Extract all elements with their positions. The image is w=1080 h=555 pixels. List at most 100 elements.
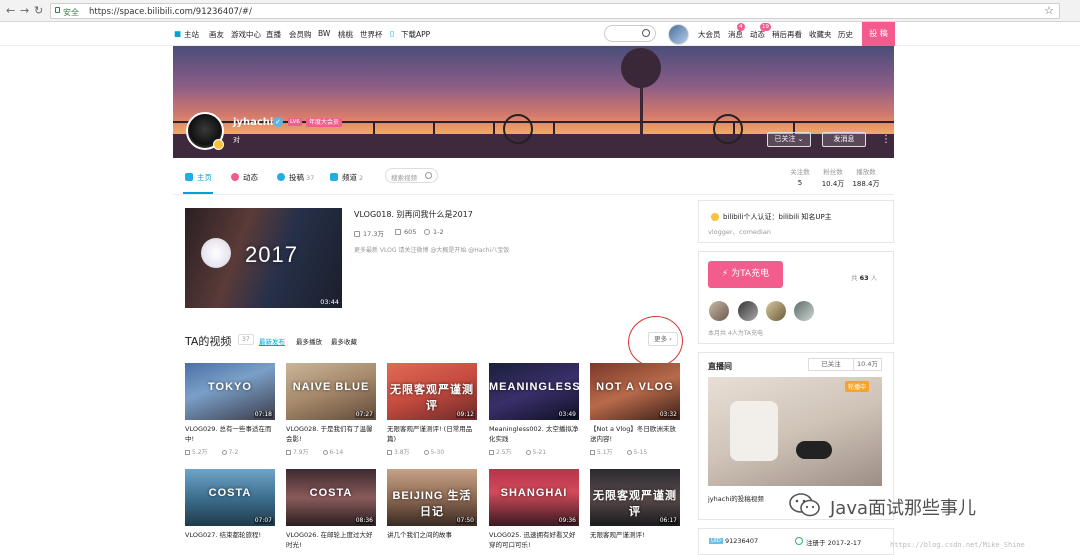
video-thumbnail[interactable]: NAIVE BLUE 07:27: [286, 363, 376, 420]
video-card[interactable]: NAIVE BLUE 07:27 VLOG028. 于是我们有了温馨会影! 7.9万 6…: [286, 363, 376, 463]
video-title[interactable]: Meaningless002. 太空播拟净化实践: [489, 424, 579, 444]
video-thumbnail[interactable]: SHANGHAI 09:36: [489, 469, 579, 526]
video-thumbnail[interactable]: COSTA 08:36: [286, 469, 376, 526]
avatar[interactable]: [668, 24, 689, 45]
video-card[interactable]: BEIJING 生活日记 07:50 讲几个我们之间的故事: [387, 469, 477, 555]
video-card[interactable]: 无限客观严谨测评 09:12 无限客观严谨测评! (日常用品篇) 3.8万 5-30: [387, 363, 477, 463]
charger-avatar[interactable]: [766, 301, 786, 321]
sort-most-favorited[interactable]: 最多收藏: [331, 336, 357, 346]
video-thumbnail[interactable]: 无限客观严谨测评 09:12: [387, 363, 477, 420]
nav-vip[interactable]: 大会员: [698, 29, 721, 40]
video-card[interactable]: COSTA 07:07 VLOG027. 结束都轮旅程!: [185, 469, 275, 555]
stat-label: 播放数: [856, 168, 876, 176]
stat-fans[interactable]: 粉丝数 10.4万: [816, 166, 850, 189]
charger-avatar[interactable]: [709, 301, 729, 321]
video-duration: 07:07: [253, 517, 273, 524]
tab-dynamic[interactable]: 动态: [231, 172, 258, 183]
video-title[interactable]: VLOG027. 结束都轮旅程!: [185, 530, 275, 550]
tab-channels[interactable]: 频道 2: [330, 172, 363, 183]
charger-avatar[interactable]: [794, 301, 814, 321]
play-count-icon: [387, 450, 392, 455]
profile-sign: 对: [233, 136, 240, 144]
video-thumb-text: MEANINGLESS: [489, 381, 579, 393]
stat-following[interactable]: 关注数 5: [783, 166, 817, 187]
video-thumbnail[interactable]: BEIJING 生活日记 07:50: [387, 469, 477, 526]
tab-home[interactable]: 主页: [185, 172, 212, 183]
forward-icon[interactable]: →: [20, 4, 29, 17]
nav-item-download-app[interactable]: 下载APP: [401, 29, 430, 40]
video-card[interactable]: 无限客观严谨测评 06:17 无限客观严谨测评!: [590, 469, 680, 555]
video-title[interactable]: VLOG028. 于是我们有了温馨会影!: [286, 424, 376, 444]
live-follow-count: 10.4万: [854, 358, 882, 371]
nav-item-bw[interactable]: BW: [318, 29, 330, 38]
url-text[interactable]: https://space.bilibili.com/91236407/#/: [89, 7, 252, 17]
nav-item-painter[interactable]: 画友: [209, 29, 224, 40]
charger-avatar[interactable]: [738, 301, 758, 321]
tab-uploads[interactable]: 投稿 37: [277, 172, 314, 183]
nav-item-mall[interactable]: 会员购: [289, 29, 312, 40]
user-avatar[interactable]: [186, 112, 224, 150]
video-card[interactable]: COSTA 08:36 VLOG026. 在邮轮上度过大好时光!: [286, 469, 376, 555]
video-thumbnail[interactable]: 无限客观严谨测评 06:17: [590, 469, 680, 526]
charge-button[interactable]: ⚡ 为TA充电: [708, 261, 783, 288]
video-title[interactable]: VLOG026. 在邮轮上度过大好时光!: [286, 530, 376, 550]
video-card[interactable]: MEANINGLESS 03:49 Meaningless002. 太空播拟净化实践…: [489, 363, 579, 463]
site-search-input[interactable]: [604, 25, 656, 42]
video-thumbnail[interactable]: COSTA 07:07: [185, 469, 275, 526]
nav-favorites[interactable]: 收藏夹: [809, 29, 832, 40]
video-thumb-text: BEIJING 生活日记: [392, 490, 472, 518]
live-room-title: 直播间: [708, 362, 732, 371]
video-card[interactable]: NOT A VLOG 03:32 【Not a Vlog】冬日欧洲未放送内容! 5.1…: [590, 363, 680, 463]
address-bar[interactable]: 安全 https://space.bilibili.com/91236407/#…: [50, 3, 1060, 19]
calendar-icon: [795, 537, 803, 545]
video-title[interactable]: 讲几个我们之间的故事: [387, 530, 477, 550]
upload-button[interactable]: 投 稿: [862, 22, 895, 46]
charge-button-label: 为TA充电: [731, 269, 770, 279]
comments-value: 605: [404, 228, 417, 236]
auth-text: bilibili个人认证：bilibili 知名UP主: [723, 213, 832, 221]
more-options-icon[interactable]: ⋮: [881, 133, 891, 147]
watermark-text: Java面试那些事儿: [830, 498, 977, 519]
video-title[interactable]: 【Not a Vlog】冬日欧洲未放送内容!: [590, 424, 680, 444]
video-thumbnail[interactable]: MEANINGLESS 03:49: [489, 363, 579, 420]
video-title[interactable]: VLOG025. 迅速拥有好看又好穿的可口可乐!: [489, 530, 579, 550]
back-icon[interactable]: ←: [6, 4, 15, 17]
video-thumbnail[interactable]: TOKYO 07:18: [185, 363, 275, 420]
nav-item-game-center[interactable]: 游戏中心: [231, 29, 261, 40]
live-room-caption[interactable]: jyhachi的投稿视频: [708, 493, 764, 503]
video-card[interactable]: TOKYO 07:18 VLOG029. 总有一些事适在而中! 5.2万 7-2: [185, 363, 275, 463]
featured-video-thumbnail[interactable]: 2017 03:44: [185, 208, 342, 308]
video-card[interactable]: SHANGHAI 09:36 VLOG025. 迅速拥有好看又好穿的可口可乐!: [489, 469, 579, 555]
video-search-input[interactable]: 搜索视频: [385, 168, 438, 183]
message-button[interactable]: 发消息: [822, 132, 866, 147]
video-title[interactable]: 无限客观严谨测评! (日常用品篇): [387, 424, 477, 444]
nav-item-worldcup[interactable]: 世界杯: [360, 29, 383, 40]
search-icon[interactable]: [425, 172, 432, 179]
nav-watch-later[interactable]: 稍后再看: [772, 29, 802, 40]
featured-video-title[interactable]: VLOG018. 别再问我什么是2017: [354, 209, 473, 220]
play-count-icon: [286, 450, 291, 455]
clock-icon: [626, 450, 632, 455]
follow-button[interactable]: 已关注 ⌄: [767, 132, 811, 147]
nav-item-peach[interactable]: 桃桃: [338, 29, 353, 40]
nav-item-main[interactable]: 主站: [184, 29, 199, 40]
nav-history[interactable]: 历史: [838, 29, 853, 40]
home-icon[interactable]: ■: [174, 29, 181, 38]
sort-most-played[interactable]: 最多播放: [296, 336, 322, 346]
tab-label: 动态: [243, 173, 258, 182]
tab-count: 2: [359, 174, 364, 182]
video-thumbnail[interactable]: NOT A VLOG 03:32: [590, 363, 680, 420]
play-count-icon: [489, 450, 494, 455]
bookmark-star-icon[interactable]: ☆: [1044, 4, 1054, 17]
download-icon[interactable]: ▯: [390, 29, 394, 38]
search-icon[interactable]: [642, 29, 650, 37]
nav-item-live[interactable]: 直播: [266, 29, 281, 40]
bicycle-wheel: [713, 114, 743, 144]
lock-icon: [55, 7, 60, 13]
stat-label: 粉丝数: [823, 168, 843, 176]
live-follow-button[interactable]: 已关注: [808, 358, 854, 371]
video-title[interactable]: 无限客观严谨测评!: [590, 530, 680, 550]
live-room-thumbnail[interactable]: [708, 377, 882, 486]
reload-icon[interactable]: ↻: [34, 4, 43, 17]
video-title[interactable]: VLOG029. 总有一些事适在而中!: [185, 424, 275, 444]
